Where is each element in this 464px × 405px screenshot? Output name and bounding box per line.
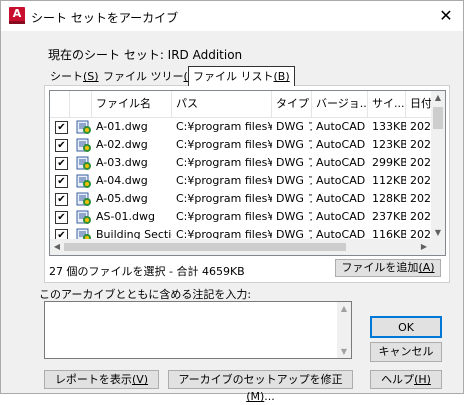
cell-version: AutoCAD [316,120,366,133]
cell-size: 128KB [372,192,406,205]
notes-label: このアーカイブとともに含める注記を入力: [39,288,252,301]
tab-sheets[interactable]: シート(S) [48,68,101,85]
cell-type: DWG フ [276,138,312,151]
cell-path: C:¥program files¥A [176,138,272,151]
table-row[interactable]: ✔ A-05.dwg C:¥program files¥A DWG フ AutoCAD 1… [50,190,436,208]
help-button[interactable]: ヘルプ(H) [370,370,442,389]
scroll-down-arrow-icon[interactable]: ▼ [431,228,445,237]
scroll-corner [431,239,445,255]
notes-scrollbar[interactable]: ▲ ▼ [337,302,351,358]
current-sheet-set-label: 現在のシート セット: IRD Addition [48,48,243,62]
cell-name: A-02.dwg [96,138,148,151]
col-icon-header[interactable] [70,91,92,117]
archive-dialog: A シート セットをアーカイブ ✕ 現在のシート セット: IRD Additi… [0,0,464,403]
cell-size: 299KB [372,156,406,169]
ok-button[interactable]: OK [370,316,442,338]
cell-path: C:¥program files¥A [176,156,272,169]
view-report-button[interactable]: レポートを表示(V) [44,370,159,389]
file-list-table[interactable]: ファイル名 パス タイプ バージョ... サイ... 日付 ✔ A-01.dwg C… [49,90,446,256]
title-bar: A シート セットをアーカイブ ✕ [1,1,463,31]
window-title: シート セットをアーカイブ [31,11,179,25]
selection-summary: 27 個のファイルを選択 - 合計 4659KB [49,265,245,278]
cancel-button[interactable]: キャンセル [370,342,442,362]
vertical-scroll-thumb[interactable] [433,107,443,129]
tab-file-list[interactable]: ファイル リスト(B) [188,66,295,86]
horizontal-scrollbar[interactable]: ◀ ▶ [50,239,431,255]
include-checkbox[interactable]: ✔ [55,211,68,224]
cell-name: A-04.dwg [96,174,148,187]
notes-scroll-up-icon[interactable]: ▲ [337,304,351,313]
autocad-app-icon: A [9,7,25,24]
cell-version: AutoCAD [316,174,366,187]
cell-version: AutoCAD [316,192,366,205]
cell-type: DWG フ [276,192,312,205]
notes-textarea[interactable]: ▲ ▼ [44,301,352,359]
cell-path: C:¥program files¥A [176,210,272,223]
dwg-file-icon [76,137,92,153]
table-header: ファイル名 パス タイプ バージョ... サイ... 日付 [50,91,432,118]
table-row[interactable]: ✔ A-01.dwg C:¥program files¥A DWG フ AutoCAD 1… [50,118,436,136]
cell-path: C:¥program files¥A [176,174,272,187]
tab-file-tree[interactable]: ファイル ツリー(F) [101,68,200,85]
cell-path: C:¥program files¥A [176,192,272,205]
include-checkbox[interactable]: ✔ [55,139,68,152]
cell-version: AutoCAD [316,210,366,223]
dwg-file-icon [76,155,92,171]
dwg-file-icon [76,173,92,189]
cell-size: 112KB [372,174,406,187]
cell-version: AutoCAD [316,156,366,169]
file-list-panel: ファイル名 パス タイプ バージョ... サイ... 日付 ✔ A-01.dwg C… [44,85,450,283]
cell-path: C:¥program files¥A [176,120,272,133]
cell-type: DWG フ [276,120,312,133]
cell-name: A-05.dwg [96,192,148,205]
horizontal-scroll-thumb[interactable] [64,243,346,251]
col-version-header[interactable]: バージョ... [312,91,368,117]
table-rows: ✔ A-01.dwg C:¥program files¥A DWG フ AutoCAD 1… [50,118,436,244]
include-checkbox[interactable]: ✔ [55,157,68,170]
scroll-left-arrow-icon[interactable]: ◀ [50,239,64,255]
dwg-file-icon [76,209,92,225]
table-row[interactable]: ✔ A-03.dwg C:¥program files¥A DWG フ AutoCAD 2… [50,154,436,172]
include-checkbox[interactable]: ✔ [55,193,68,206]
cell-version: AutoCAD [316,138,366,151]
dwg-file-icon [76,119,92,135]
table-row[interactable]: ✔ AS-01.dwg C:¥program files¥A DWG フ AutoCAD… [50,208,436,226]
cell-name: A-03.dwg [96,156,148,169]
close-button[interactable]: ✕ [429,1,463,31]
scroll-right-arrow-icon[interactable]: ▶ [417,239,431,255]
col-check-header[interactable] [50,91,70,117]
cell-size: 237KB [372,210,406,223]
cell-size: 133KB [372,120,406,133]
cell-type: DWG フ [276,156,312,169]
include-checkbox[interactable]: ✔ [55,121,68,134]
scroll-up-arrow-icon[interactable]: ▲ [431,93,445,102]
dwg-file-icon [76,191,92,207]
modify-archive-setup-button[interactable]: アーカイブのセットアップを修正(M)... [168,370,353,403]
notes-scroll-down-icon[interactable]: ▼ [337,347,351,356]
cell-name: A-01.dwg [96,120,148,133]
cell-size: 123KB [372,138,406,151]
cell-type: DWG フ [276,210,312,223]
include-checkbox[interactable]: ✔ [55,175,68,188]
col-path-header[interactable]: パス [172,91,272,117]
col-type-header[interactable]: タイプ [272,91,312,117]
add-files-button[interactable]: ファイルを追加(A) [335,259,441,277]
table-row[interactable]: ✔ A-02.dwg C:¥program files¥A DWG フ AutoCAD 1… [50,136,436,154]
vertical-scrollbar[interactable]: ▲ ▼ [431,91,445,239]
col-filename-header[interactable]: ファイル名 [92,91,172,117]
cell-type: DWG フ [276,174,312,187]
cell-name: AS-01.dwg [96,210,155,223]
col-size-header[interactable]: サイ... [368,91,406,117]
table-row[interactable]: ✔ A-04.dwg C:¥program files¥A DWG フ AutoCAD 1… [50,172,436,190]
